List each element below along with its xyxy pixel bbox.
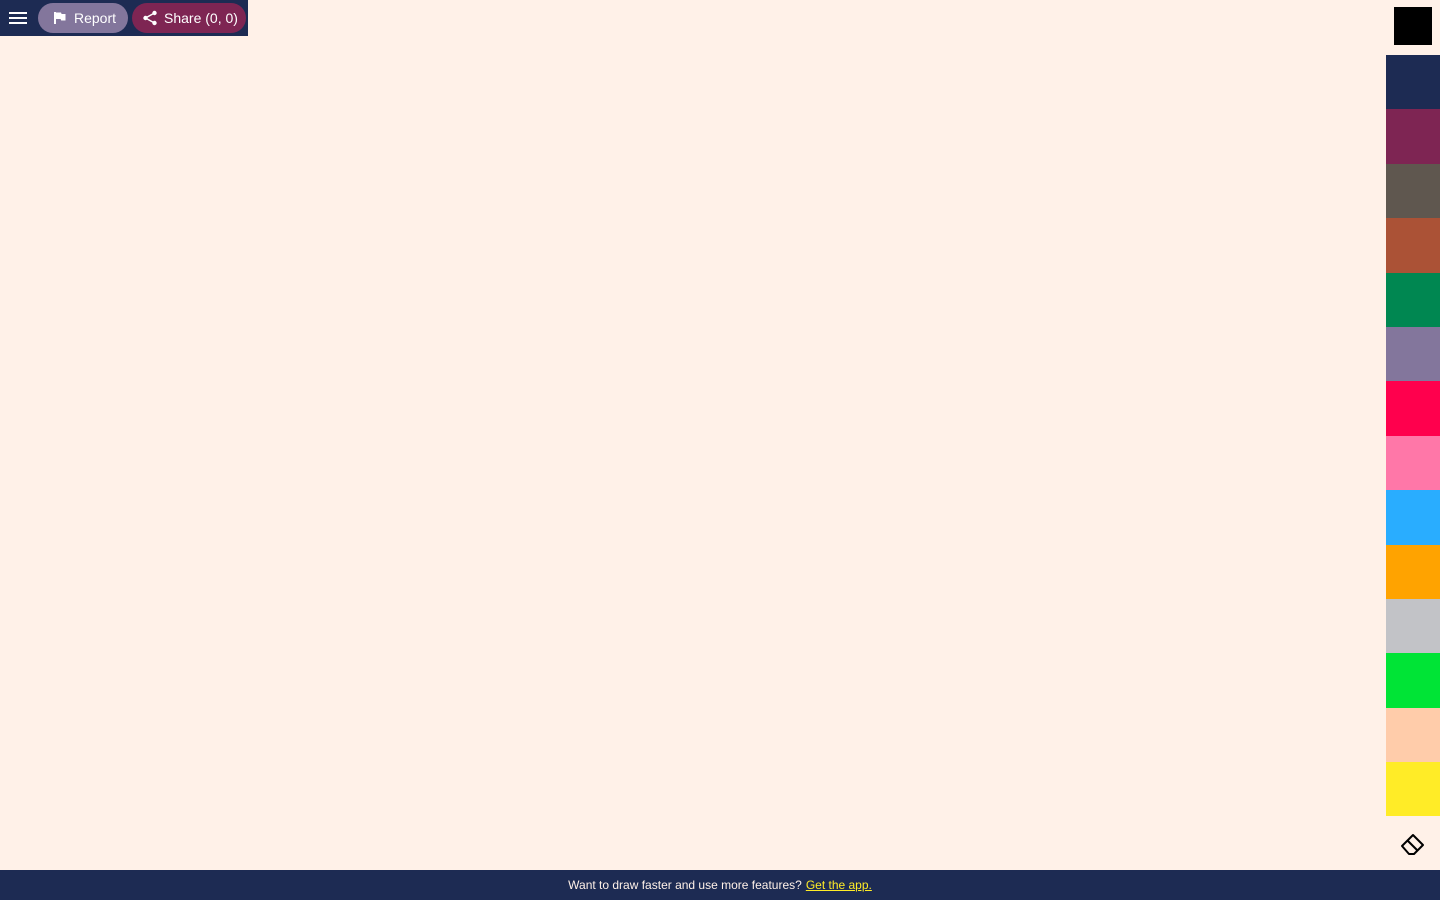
color-swatch[interactable] bbox=[1386, 490, 1440, 545]
flag-icon bbox=[52, 10, 68, 26]
share-label: Share (0, 0) bbox=[164, 10, 238, 26]
report-label: Report bbox=[73, 10, 116, 26]
share-icon bbox=[142, 10, 158, 26]
color-swatch[interactable] bbox=[1386, 707, 1440, 763]
color-swatch[interactable] bbox=[1386, 109, 1440, 164]
footer-banner: Want to draw faster and use more feature… bbox=[0, 870, 1440, 900]
color-swatch[interactable] bbox=[1386, 381, 1440, 436]
color-swatch[interactable] bbox=[1386, 272, 1440, 327]
color-swatches bbox=[1386, 55, 1440, 817]
menu-button[interactable] bbox=[0, 0, 36, 36]
color-palette bbox=[1386, 0, 1440, 870]
share-button[interactable]: Share (0, 0) bbox=[132, 3, 246, 33]
drawing-canvas[interactable] bbox=[0, 0, 1440, 870]
hamburger-menu-icon bbox=[9, 12, 27, 24]
color-swatch[interactable] bbox=[1386, 544, 1440, 599]
current-color-swatch[interactable] bbox=[1394, 7, 1432, 45]
eraser-icon bbox=[1401, 834, 1424, 855]
eraser-button[interactable] bbox=[1398, 830, 1428, 858]
color-swatch[interactable] bbox=[1386, 598, 1440, 654]
color-swatch[interactable] bbox=[1386, 326, 1440, 382]
color-swatch[interactable] bbox=[1386, 163, 1440, 219]
color-swatch[interactable] bbox=[1386, 435, 1440, 491]
report-button[interactable]: Report bbox=[38, 3, 128, 33]
get-app-link[interactable]: Get the app. bbox=[806, 878, 872, 892]
color-swatch[interactable] bbox=[1386, 653, 1440, 708]
color-swatch[interactable] bbox=[1386, 762, 1440, 817]
footer-text: Want to draw faster and use more feature… bbox=[568, 878, 802, 892]
color-swatch[interactable] bbox=[1386, 218, 1440, 273]
color-swatch[interactable] bbox=[1386, 55, 1440, 110]
top-toolbar: Report Share (0, 0) bbox=[0, 0, 248, 36]
